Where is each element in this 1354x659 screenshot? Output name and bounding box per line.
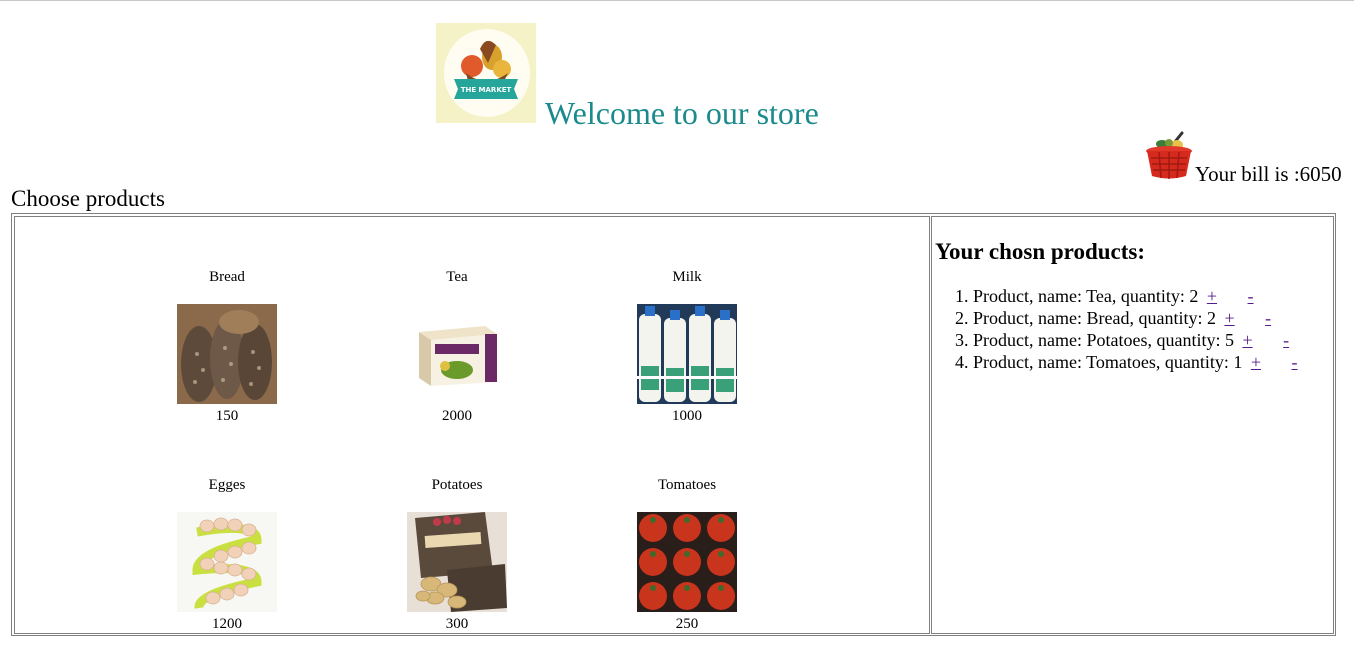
chosen-products-panel [931,216,1334,634]
chosen-item-text: 1. Product, name: Tea, quantity: 2 [955,286,1199,306]
product-name: Bread [209,269,245,285]
decrease-quantity-link[interactable]: - [1283,330,1289,350]
chosen-item-text: 2. Product, name: Bread, quantity: 2 [955,308,1216,328]
increase-quantity-link[interactable]: + [1207,286,1217,306]
chosen-products-title: Your chosn products: [935,239,1146,264]
product-price: 1200 [212,616,242,632]
decrease-quantity-link[interactable]: - [1248,286,1254,306]
product-price: 2000 [442,408,472,424]
list-item: 3. Product, name: Potatoes, quantity: 5 … [955,329,1298,351]
tea-box-photo[interactable] [407,304,507,404]
tomatoes-photo[interactable] [637,512,737,612]
list-item: 1. Product, name: Tea, quantity: 2 + - [955,285,1298,307]
chosen-item-text: 4. Product, name: Tomatoes, quantity: 1 [955,352,1243,372]
product-card-bread[interactable]: Bread 150 [147,268,307,425]
top-divider [0,0,1354,1]
product-price: 150 [215,408,239,424]
milk-bottles-photo[interactable] [637,304,737,404]
list-item: 4. Product, name: Tomatoes, quantity: 1 … [955,351,1298,373]
potato-bag-photo[interactable] [407,512,507,612]
product-name: Tomatoes [657,477,717,493]
decrease-quantity-link[interactable]: - [1265,308,1271,328]
product-card-tea[interactable]: Tea 2000 [377,268,537,425]
product-card-tomatoes[interactable]: Tomatoes 250 [607,476,767,633]
list-item: 2. Product, name: Bread, quantity: 2 + - [955,307,1298,329]
welcome-heading: Welcome to our store [545,95,819,131]
shopping-basket-icon [1144,131,1194,181]
increase-quantity-link[interactable]: + [1224,308,1234,328]
increase-quantity-link[interactable]: + [1242,330,1252,350]
svg-text:THE MARKET: THE MARKET [461,86,512,94]
bill-total: Your bill is :6050 [1195,162,1342,186]
product-card-potatoes[interactable]: Potatoes 300 [377,476,537,633]
product-name: Potatoes [431,477,483,493]
product-name: Tea [446,269,468,285]
increase-quantity-link[interactable]: + [1251,352,1261,372]
store-logo: THE MARKET [436,23,536,123]
egg-spiral-photo[interactable] [177,512,277,612]
product-price: 250 [675,616,699,632]
chosen-item-text: 3. Product, name: Potatoes, quantity: 5 [955,330,1234,350]
product-price: 300 [445,616,469,632]
catalog-heading: Choose products [11,186,165,211]
product-name: Egges [208,477,246,493]
product-card-eggs[interactable]: Egges 1200 [147,476,307,633]
product-name: Milk [672,269,702,285]
chosen-products-list: 1. Product, name: Tea, quantity: 2 + - 2… [955,285,1298,373]
bread-photo[interactable] [177,304,277,404]
decrease-quantity-link[interactable]: - [1292,352,1298,372]
product-card-milk[interactable]: Milk 1000 [607,268,767,425]
product-price: 1000 [672,408,702,424]
